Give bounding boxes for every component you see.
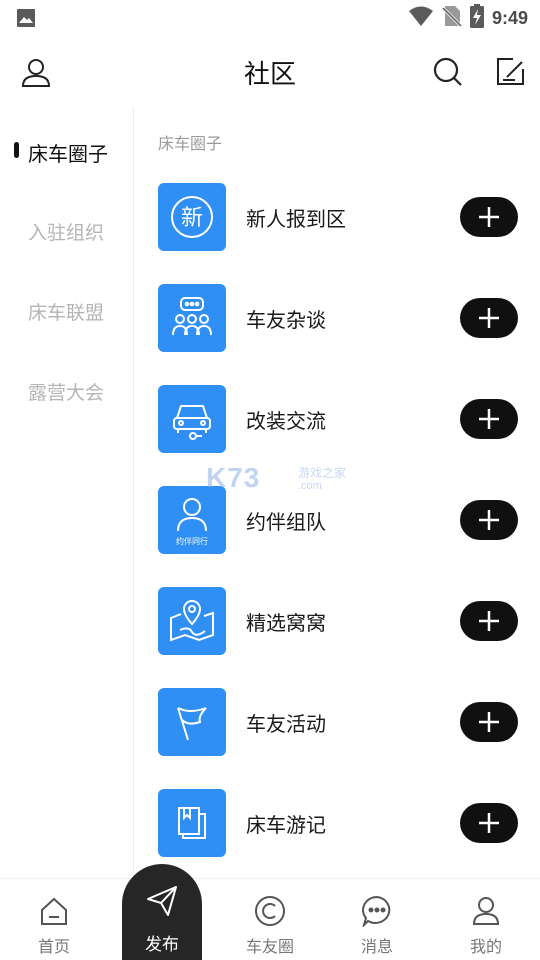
section-label: 床车圈子 [158,134,223,153]
circle-icon [220,895,320,927]
list-item-title: 车友杂谈 [246,308,326,332]
list-item[interactable]: 改装交流 [158,385,518,453]
no-sim-icon [441,5,463,31]
book-icon [158,789,226,857]
search-icon[interactable] [428,52,468,92]
watermark-domain: .com [298,480,322,492]
active-marker [14,142,19,158]
plus-icon [479,712,499,732]
join-button[interactable] [460,702,518,742]
sidebar-item-ruzhu-zuzhi[interactable]: 入驻组织 [0,210,134,250]
nav-profile[interactable]: 我的 [436,879,536,960]
watermark-brand: K73 [206,462,261,493]
list-item-title: 床车游记 [246,813,326,837]
send-icon [122,884,202,918]
k73-watermark: K73 游戏之家 .com [206,460,346,500]
list-item[interactable]: 精选窝窝 [158,587,518,655]
user-icon [436,895,536,927]
join-button[interactable] [460,197,518,237]
category-sidebar: 床车圈子 入驻组织 床车联盟 露营大会 [0,108,134,878]
nav-label: 车友圈 [245,937,294,956]
nav-home[interactable]: 首页 [4,879,104,960]
join-button[interactable] [460,500,518,540]
sidebar-item-label: 入驻组织 [28,222,105,244]
battery-charging-icon [469,4,484,32]
plus-icon [479,409,499,429]
join-button[interactable] [460,399,518,439]
publish-button[interactable]: 发布 [122,864,202,960]
wifi-icon [408,5,434,31]
list-item[interactable]: 车友活动 [158,688,518,756]
bottom-nav: 首页 车友圈 消息 我的 [0,878,540,960]
plus-icon [479,510,499,530]
sidebar-item-chuangche-lianmeng[interactable]: 床车联盟 [0,290,134,330]
app-header: 社区 [0,36,540,108]
list-item[interactable]: 新 新人报到区 [158,183,518,251]
plus-icon [479,207,499,227]
sidebar-item-label: 床车联盟 [28,302,105,324]
flag-icon [158,688,226,756]
list-item-title: 新人报到区 [246,207,346,231]
status-icons: 9:49 [408,4,528,32]
sidebar-item-label: 露营大会 [28,382,105,404]
publish-label: 发布 [145,935,179,955]
sidebar-item-luying-dahui[interactable]: 露营大会 [0,370,134,410]
watermark-subtitle: 游戏之家 [298,466,347,480]
list-item[interactable]: 床车游记 [158,789,518,857]
plus-icon [479,611,499,631]
svg-text:约伴同行: 约伴同行 [176,536,208,546]
car-wrench-icon [158,385,226,453]
svg-text:新: 新 [181,206,203,231]
plus-icon [479,813,499,833]
join-button[interactable] [460,298,518,338]
list-item-title: 约伴组队 [246,510,326,534]
image-icon [16,8,36,32]
clock: 9:49 [491,7,528,28]
nav-chyouquan[interactable]: 车友圈 [220,879,320,960]
nav-label: 消息 [360,937,393,956]
join-button[interactable] [460,601,518,641]
message-icon [327,895,427,927]
list-item-title: 车友活动 [246,712,326,736]
new-badge-icon: 新 [158,183,226,251]
map-pin-icon [158,587,226,655]
list-item[interactable]: 车友杂谈 [158,284,518,352]
home-icon [4,895,104,927]
nav-messages[interactable]: 消息 [327,879,427,960]
list-item-title: 改装交流 [246,409,326,433]
plus-icon [479,308,499,328]
sidebar-item-label: 床车圈子 [28,142,108,166]
nav-label: 首页 [37,937,70,956]
list-item-title: 精选窝窝 [246,611,326,635]
edit-icon[interactable] [490,52,530,92]
sidebar-item-chuangche-quanzi[interactable]: 床车圈子 [0,130,134,170]
join-button[interactable] [460,803,518,843]
nav-label: 我的 [469,937,502,956]
chat-group-icon [158,284,226,352]
status-bar: 9:49 [0,0,540,36]
